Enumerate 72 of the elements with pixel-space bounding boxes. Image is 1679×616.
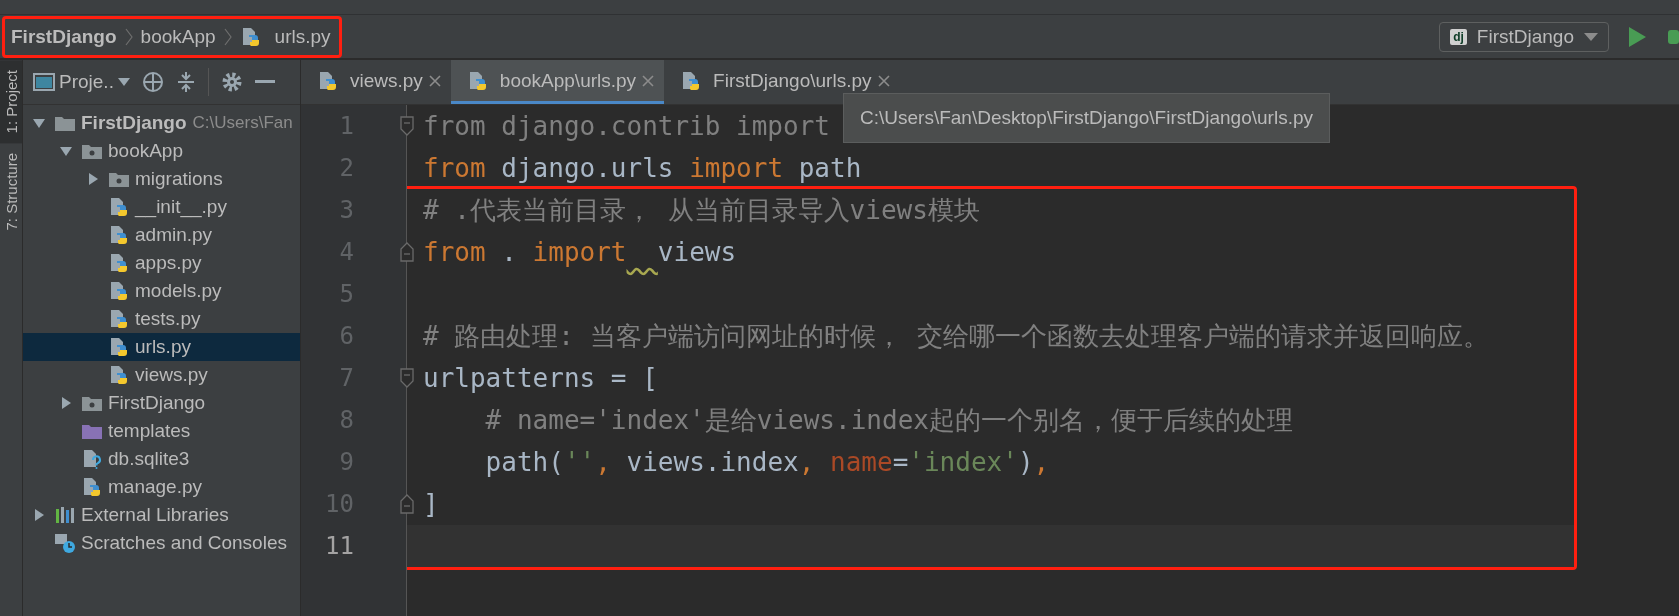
panel-icon (33, 73, 55, 91)
tree-item-label[interactable]: db.sqlite3 (108, 448, 190, 470)
editor-tab[interactable]: bookApp\urls.py (450, 60, 665, 104)
code-line: from . import views (423, 237, 737, 267)
run-configuration-dropdown[interactable]: dj FirstDjango (1439, 21, 1609, 52)
line-number: 11 (325, 532, 354, 560)
python-file-icon (317, 70, 339, 91)
tree-item-label[interactable]: FirstDjango (108, 392, 206, 414)
code-line: urlpatterns = [ (423, 363, 658, 393)
tree-item-label[interactable]: External Libraries (81, 504, 229, 526)
crosshair-icon[interactable] (141, 71, 164, 93)
code-line: from django.urls import path (423, 153, 862, 183)
expand-arrow-icon[interactable] (60, 396, 72, 410)
code-line: path('', views.index, name='index'), (484, 447, 1050, 477)
expand-arrow-icon[interactable] (33, 508, 45, 522)
tree-item-label[interactable]: apps.py (135, 252, 202, 274)
tree-item-label[interactable]: manage.py (108, 476, 202, 498)
breadcrumb-item[interactable]: bookApp (140, 25, 216, 48)
console-clock-icon (54, 533, 76, 553)
code-line: # .代表当前目录， 从当前目录导入views模块 (423, 193, 980, 227)
tree-item-label[interactable]: bookApp (108, 140, 183, 162)
tree-item-label[interactable]: urls.py (135, 336, 191, 358)
tree-item-label[interactable]: migrations (135, 168, 223, 190)
tree-item-label[interactable]: Scratches and Consoles (81, 532, 287, 554)
close-icon[interactable] (642, 74, 655, 87)
view-selector-dropdown[interactable]: Proje.. (33, 71, 130, 93)
editor-tab[interactable]: views.py (301, 60, 451, 104)
code-line: ] (423, 489, 439, 519)
fold-marker-icon[interactable] (399, 368, 415, 388)
python-file-icon (108, 337, 130, 357)
tooltip: C:\Users\Fan\Desktop\FirstDjango\FirstDjango\urls.py (843, 93, 1330, 143)
code-line: from django.contrib import (423, 111, 830, 141)
breadcrumb-item[interactable]: urls.py (274, 25, 331, 48)
collapse-all-icon[interactable] (175, 71, 196, 93)
caret-icon (117, 78, 130, 86)
expand-arrow-icon[interactable] (87, 172, 99, 186)
python-file-icon (108, 309, 130, 329)
python-file-icon (108, 225, 130, 245)
close-icon[interactable] (877, 74, 890, 87)
path-hint: C:\Users\Fan (192, 113, 293, 133)
tree-item-label[interactable]: FirstDjango (81, 112, 187, 134)
tree-item-label[interactable]: admin.py (135, 224, 213, 246)
tree-item-label[interactable]: __init__.py (135, 196, 227, 218)
run-icon[interactable] (1627, 25, 1647, 48)
python-file-icon (108, 253, 130, 273)
tree-item-label[interactable]: views.py (135, 364, 208, 386)
selected-row[interactable]: urls.py (23, 333, 300, 361)
code-line: # name='index'是给views.index起的一个别名，便于后续的处理 (484, 403, 1293, 437)
settings-icon[interactable] (220, 71, 243, 93)
python-file-icon (81, 477, 103, 497)
expand-arrow-icon[interactable] (60, 144, 72, 158)
python-file-icon (108, 281, 130, 301)
side-tab[interactable]: 7: Structure (0, 143, 22, 241)
fold-marker-icon[interactable] (399, 242, 415, 262)
code-line: # 路由处理: 当客户端访问网址的时候， 交给哪一个函数去处理客户端的请求并返回响应。 (423, 319, 1490, 353)
chevron-icon (124, 26, 133, 47)
caret-icon (1584, 32, 1598, 41)
unknown-file-icon (81, 449, 103, 469)
minimize-icon[interactable] (254, 80, 275, 84)
fold-marker-icon[interactable] (399, 116, 415, 136)
python-file-icon (108, 365, 130, 385)
tree-item-label[interactable]: tests.py (135, 308, 201, 330)
breadcrumb-item[interactable]: FirstDjango (11, 25, 117, 48)
tree-item-label[interactable]: models.py (135, 280, 222, 302)
tree-item-label[interactable]: templates (108, 420, 191, 442)
python-file-icon (108, 197, 130, 217)
close-icon[interactable] (428, 74, 441, 87)
fold-marker-icon[interactable] (399, 494, 415, 514)
expand-arrow-icon[interactable] (33, 116, 45, 130)
library-icon (54, 505, 76, 525)
side-tab[interactable]: 1: Project (0, 60, 22, 144)
chevron-icon (223, 26, 232, 47)
